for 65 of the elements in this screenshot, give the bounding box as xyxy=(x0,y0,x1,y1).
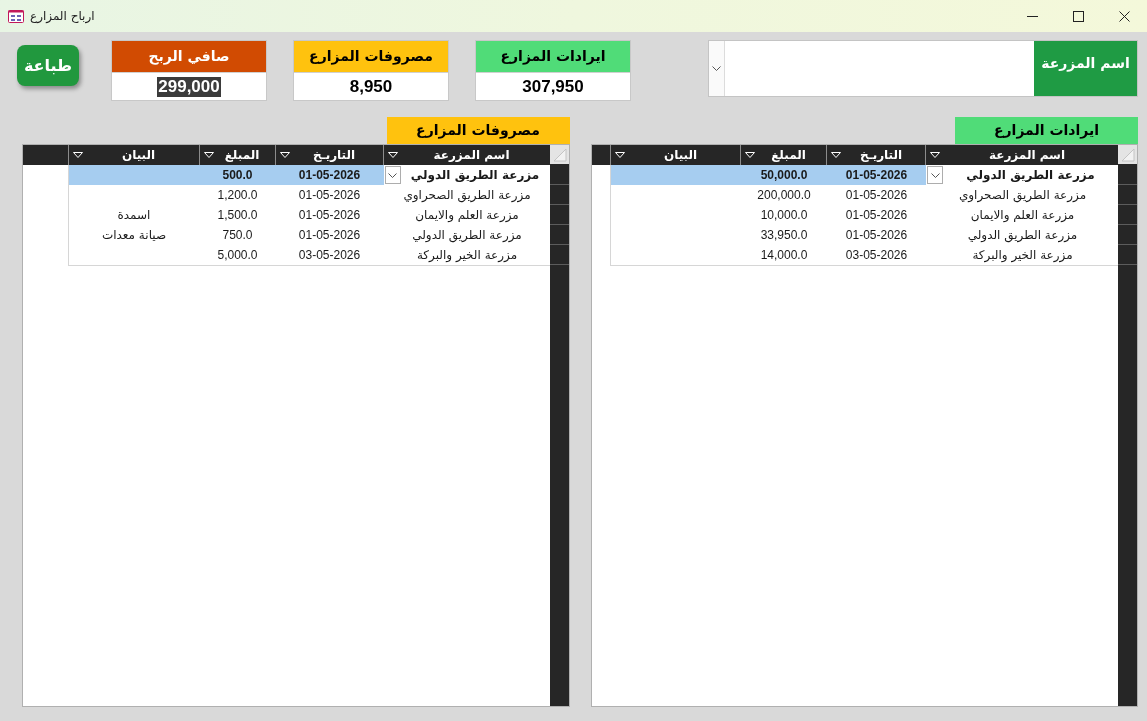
column-header[interactable]: التاريـخ xyxy=(841,146,921,164)
table-cell-text: اسمدة xyxy=(117,207,151,224)
table-cell-text: مزرعة الخير والبركة xyxy=(415,247,519,264)
table-cell-text: 01-05-2026 xyxy=(845,187,908,204)
triangle-down-icon[interactable] xyxy=(387,152,398,158)
card-value: 307,950 xyxy=(521,76,585,97)
table-cell-text: 03-05-2026 xyxy=(298,247,361,264)
table-cell-text: 01-05-2026 xyxy=(298,207,361,224)
table-cell-text: 01-05-2026 xyxy=(298,187,361,204)
column-header[interactable]: المبلغ xyxy=(755,146,822,164)
table-cell-text: مزرعة الطريق الصحراوي xyxy=(402,187,532,204)
table-cell-text: 5,000.0 xyxy=(217,247,258,264)
close-icon[interactable] xyxy=(1118,10,1130,22)
table-cell-text: 14,000.0 xyxy=(760,247,808,264)
card-value: 8,950 xyxy=(348,76,394,97)
column-header[interactable]: البيان xyxy=(625,146,736,164)
table-cell-text: 01-05-2026 xyxy=(298,227,361,244)
triangle-down-icon[interactable] xyxy=(203,152,214,158)
table-cell-text: مزرعة العلم والايمان xyxy=(414,207,520,224)
table-cell-text: 01-05-2026 xyxy=(845,207,908,224)
table-cell-text: 33,950.0 xyxy=(760,227,808,244)
table-cell-text: 1,500.0 xyxy=(217,207,258,224)
card-value: 299,000 xyxy=(157,76,221,97)
table-cell-text: 03-05-2026 xyxy=(845,247,908,264)
card-title: صافي الربح xyxy=(112,41,266,72)
table-cell-text: 500.0 xyxy=(222,167,253,184)
print-button[interactable]: طباعة xyxy=(17,45,79,86)
triangle-down-icon[interactable] xyxy=(930,152,940,158)
table-cell-text: 01-05-2026 xyxy=(845,227,908,244)
card-title: ايرادات المزارع xyxy=(476,41,630,72)
table-cell-text: مزرعة الطريق الصحراوي xyxy=(957,187,1088,204)
table-cell-text: مزرعة الطريق الدولي xyxy=(966,227,1079,244)
chevron-down-icon[interactable] xyxy=(388,172,397,178)
column-header[interactable]: اسم المزرعة xyxy=(940,146,1114,164)
dropdown-button[interactable] xyxy=(927,166,943,184)
table-cell-text: 10,000.0 xyxy=(760,207,808,224)
panel-title: مصروفات المزارع xyxy=(386,117,570,144)
table-cell-text: مزرعة الطريق الدولي xyxy=(409,167,541,184)
table-cell-text: مزرعة الطريق الدولي xyxy=(965,167,1096,184)
table-cell-text: 50,000.0 xyxy=(760,167,808,184)
triangle-down-icon[interactable] xyxy=(831,152,841,158)
column-header[interactable]: التاريـخ xyxy=(289,146,379,164)
table-cell-text: 200,000.0 xyxy=(757,187,811,204)
triangle-down-icon[interactable] xyxy=(72,152,83,158)
table-cell-text: 1,200.0 xyxy=(217,187,258,204)
column-header[interactable]: البيان xyxy=(82,146,195,164)
card-title: مصروفات المزارع xyxy=(294,41,448,72)
triangle-down-icon[interactable] xyxy=(279,152,290,158)
table-cell-text: صيانة معدات xyxy=(101,227,167,244)
form-icon xyxy=(8,9,24,23)
minimize-icon[interactable] xyxy=(1026,15,1038,17)
maximize-icon[interactable] xyxy=(1072,10,1084,22)
table-cell-text: 750.0 xyxy=(222,227,253,244)
chevron-down-icon[interactable] xyxy=(930,172,940,178)
table-cell-text: مزرعة الطريق الدولي xyxy=(411,227,523,244)
select-all-corner-icon[interactable] xyxy=(549,145,569,164)
window-title: ارباح المزارع xyxy=(30,8,95,25)
table-cell-text: مزرعة الخير والبركة xyxy=(971,247,1074,264)
dropdown-button[interactable] xyxy=(384,166,401,184)
triangle-down-icon[interactable] xyxy=(615,152,625,158)
column-header[interactable]: المبلغ xyxy=(213,146,271,164)
triangle-down-icon[interactable] xyxy=(745,152,755,158)
column-header[interactable]: اسم المزرعة xyxy=(397,146,546,164)
panel-title: ايرادات المزارع xyxy=(955,117,1138,144)
table-cell-text: مزرعة العلم والايمان xyxy=(969,207,1076,224)
